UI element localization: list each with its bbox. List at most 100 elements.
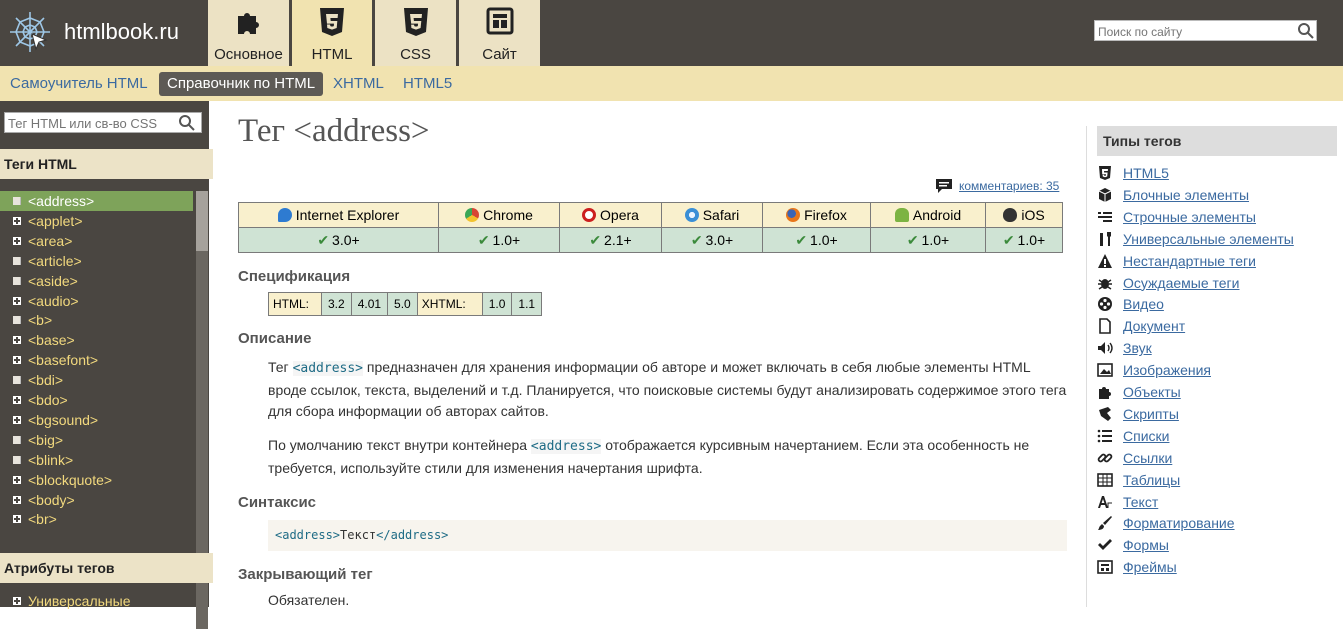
sidebar-tag-item[interactable]: <basefont>	[0, 350, 193, 370]
comments-link[interactable]: комментариев: 35	[935, 178, 1059, 194]
sidebar-scrollbar-thumb[interactable]	[196, 191, 208, 251]
tag-type-link[interactable]: Форматирование	[1123, 515, 1235, 531]
sidebar-tag-item[interactable]: <big>	[0, 430, 193, 450]
tag-type-item[interactable]: Скрипты	[1097, 403, 1179, 425]
tag-type-link[interactable]: Ссылки	[1123, 450, 1172, 466]
browser-support-table: Internet Explorer Chrome Opera Safari Fi…	[238, 202, 1063, 253]
site-logo[interactable]: htmlbook.ru	[6, 8, 179, 56]
tag-type-item[interactable]: Ссылки	[1097, 447, 1172, 469]
check-icon	[1098, 539, 1112, 551]
sidebar-tag-item[interactable]: <article>	[0, 251, 193, 271]
attrs-heading[interactable]: Атрибуты тегов	[0, 553, 213, 583]
sidebar-tag-item[interactable]: <blink>	[0, 450, 193, 470]
browser-version: 1.0+	[810, 231, 838, 248]
tag-search[interactable]	[4, 112, 202, 133]
sidebar-tag-item[interactable]: <bdi>	[0, 370, 193, 390]
document-icon	[13, 316, 21, 325]
tab-css[interactable]: CSS	[375, 0, 456, 66]
browser-version: 1.0+	[921, 231, 950, 248]
tag-type-link[interactable]: Осуждаемые теги	[1123, 275, 1239, 291]
tab-label: HTML	[311, 46, 353, 63]
sidebar-tag-item[interactable]: <bdo>	[0, 390, 193, 410]
sidebar-tag-item[interactable]: <applet>	[0, 211, 193, 231]
subnav-reference[interactable]: Справочник по HTML	[159, 72, 324, 96]
tag-type-link[interactable]: Документ	[1123, 318, 1185, 334]
tag-type-link[interactable]: Таблицы	[1123, 472, 1180, 488]
script-icon	[1099, 406, 1111, 421]
tag-type-link[interactable]: Объекты	[1123, 384, 1181, 400]
tag-type-link[interactable]: Универсальные элементы	[1123, 231, 1294, 247]
tag-type-item[interactable]: Звук	[1097, 337, 1152, 359]
tag-type-item[interactable]: Фреймы	[1097, 556, 1177, 578]
text: Тег	[268, 359, 293, 375]
tab-osnovnoe[interactable]: Основное	[208, 0, 289, 66]
tag-type-link[interactable]: Блочные элементы	[1123, 187, 1249, 203]
site-search-input[interactable]	[1095, 22, 1288, 42]
subnav-html5[interactable]: HTML5	[403, 72, 452, 96]
description-paragraph-2: По умолчанию текст внутри контейнера <ad…	[268, 435, 1068, 479]
tag-type-link[interactable]: HTML5	[1123, 165, 1169, 181]
sidebar-tag-item[interactable]: <area>	[0, 231, 193, 251]
tag-type-link[interactable]: Текст	[1123, 494, 1158, 510]
sidebar-tag-item[interactable]: <bgsound>	[0, 410, 193, 430]
tab-html[interactable]: HTML	[292, 0, 372, 66]
tag-type-item[interactable]: Таблицы	[1097, 469, 1180, 491]
sidebar-tag-item[interactable]: <body>	[0, 490, 193, 510]
tag-type-item[interactable]: Видео	[1097, 293, 1164, 315]
tag-search-input[interactable]	[5, 114, 173, 133]
tag-type-link[interactable]: Звук	[1123, 340, 1152, 356]
tag-type-link[interactable]: Нестандартные теги	[1123, 253, 1256, 269]
sidebar-tag-label: <br>	[28, 511, 57, 528]
tab-sait[interactable]: Сайт	[459, 0, 540, 66]
tag-type-link[interactable]: Видео	[1123, 296, 1164, 312]
spec-xhtml-label: XHTML:	[416, 292, 483, 316]
sub-navigation: Самоучитель HTML Справочник по HTML XHTM…	[0, 66, 1343, 101]
subnav-tutorial[interactable]: Самоучитель HTML	[10, 72, 148, 96]
tag-type-link[interactable]: Фреймы	[1123, 559, 1177, 575]
tag-type-item[interactable]: Нестандартные теги	[1097, 250, 1256, 272]
sidebar-tag-item[interactable]: <br>	[0, 509, 193, 529]
sidebar-tag-item[interactable]: <blockquote>	[0, 470, 193, 490]
tag-type-item[interactable]: Текст	[1097, 491, 1158, 513]
check-icon: ✔	[690, 231, 703, 248]
spec-heading: Спецификация	[238, 268, 351, 285]
tag-type-item[interactable]: Строчные элементы	[1097, 206, 1256, 228]
subnav-xhtml[interactable]: XHTML	[333, 72, 384, 96]
puzzle-icon	[237, 13, 259, 34]
tags-heading[interactable]: Теги HTML	[0, 149, 213, 179]
tag-type-link[interactable]: Изображения	[1123, 362, 1211, 378]
document-icon	[1099, 318, 1111, 335]
attrs-list-item[interactable]: Универсальные	[0, 591, 193, 611]
tag-type-item[interactable]: Форматирование	[1097, 512, 1235, 534]
sidebar-tag-item[interactable]: <base>	[0, 330, 193, 350]
tag-type-item[interactable]: Объекты	[1097, 381, 1181, 403]
site-search[interactable]	[1094, 20, 1317, 42]
sidebar-tag-item[interactable]: <aside>	[0, 271, 193, 291]
tag-type-link[interactable]: Списки	[1123, 428, 1169, 444]
sidebar-tag-label: <body>	[28, 491, 75, 508]
left-sidebar: Теги HTML <address> <applet> <area> <articl…	[0, 101, 213, 629]
tag-type-item[interactable]: Формы	[1097, 534, 1169, 556]
opera-icon	[582, 208, 597, 222]
tag-type-item[interactable]: Списки	[1097, 425, 1169, 447]
sidebar-tag-item[interactable]: <address>	[0, 191, 193, 211]
sidebar-tag-item[interactable]: <b>	[0, 310, 193, 330]
expand-icon	[13, 475, 21, 484]
tag-type-item[interactable]: HTML5	[1097, 162, 1169, 184]
tag-type-item[interactable]: Блочные элементы	[1097, 184, 1249, 206]
search-icon[interactable]	[1297, 22, 1314, 39]
tag-type-item[interactable]: Универсальные элементы	[1097, 228, 1294, 250]
code-text: Текст	[340, 528, 377, 542]
tag-type-link[interactable]: Строчные элементы	[1123, 209, 1256, 225]
text: По умолчанию текст внутри контейнера	[268, 437, 531, 453]
browser-cell: Firefox	[762, 202, 871, 228]
tag-type-link[interactable]: Скрипты	[1123, 406, 1179, 422]
tag-type-item[interactable]: Документ	[1097, 315, 1185, 337]
expand-icon	[13, 236, 21, 245]
tag-type-item[interactable]: Осуждаемые теги	[1097, 272, 1239, 294]
tag-type-item[interactable]: Изображения	[1097, 359, 1211, 381]
sidebar-tag-item[interactable]: <audio>	[0, 291, 193, 311]
tag-type-link[interactable]: Формы	[1123, 537, 1169, 553]
search-icon[interactable]	[178, 114, 195, 131]
comments-count[interactable]: комментариев: 35	[959, 179, 1059, 193]
